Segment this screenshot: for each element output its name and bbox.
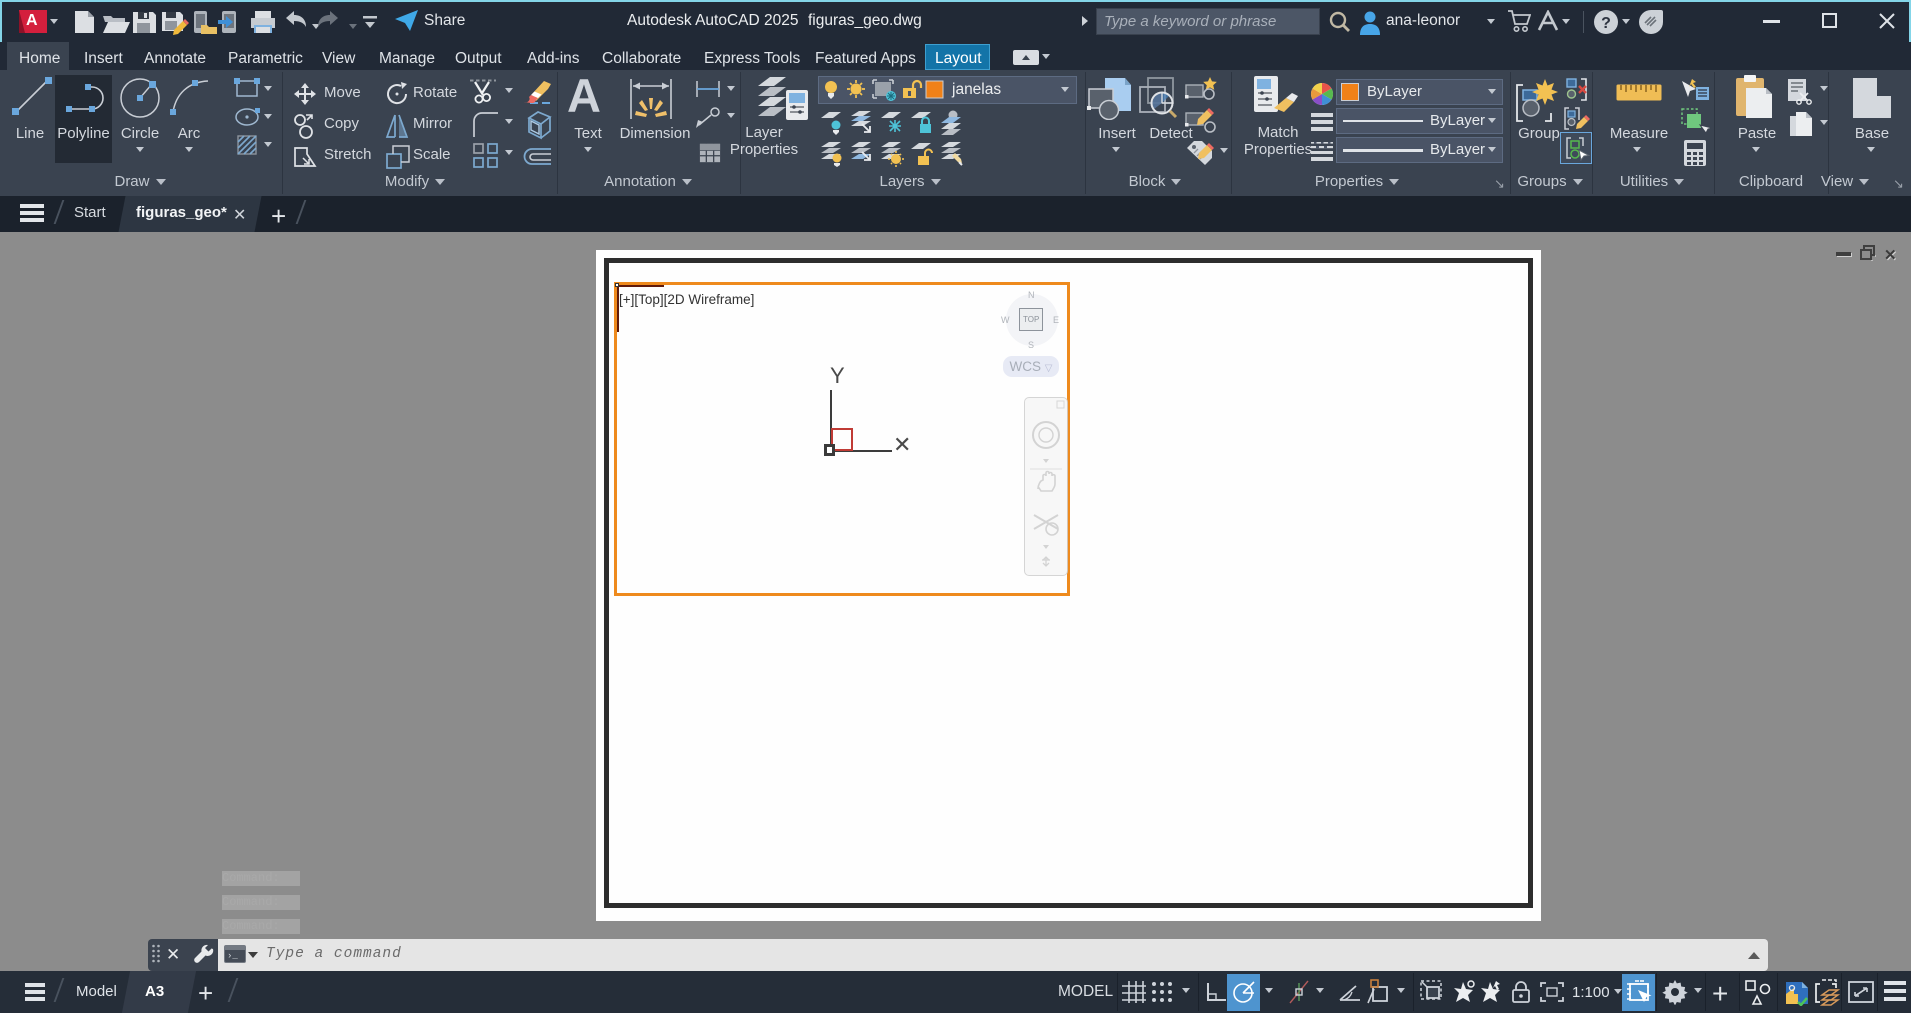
svg-text:?: ? (1601, 15, 1611, 32)
